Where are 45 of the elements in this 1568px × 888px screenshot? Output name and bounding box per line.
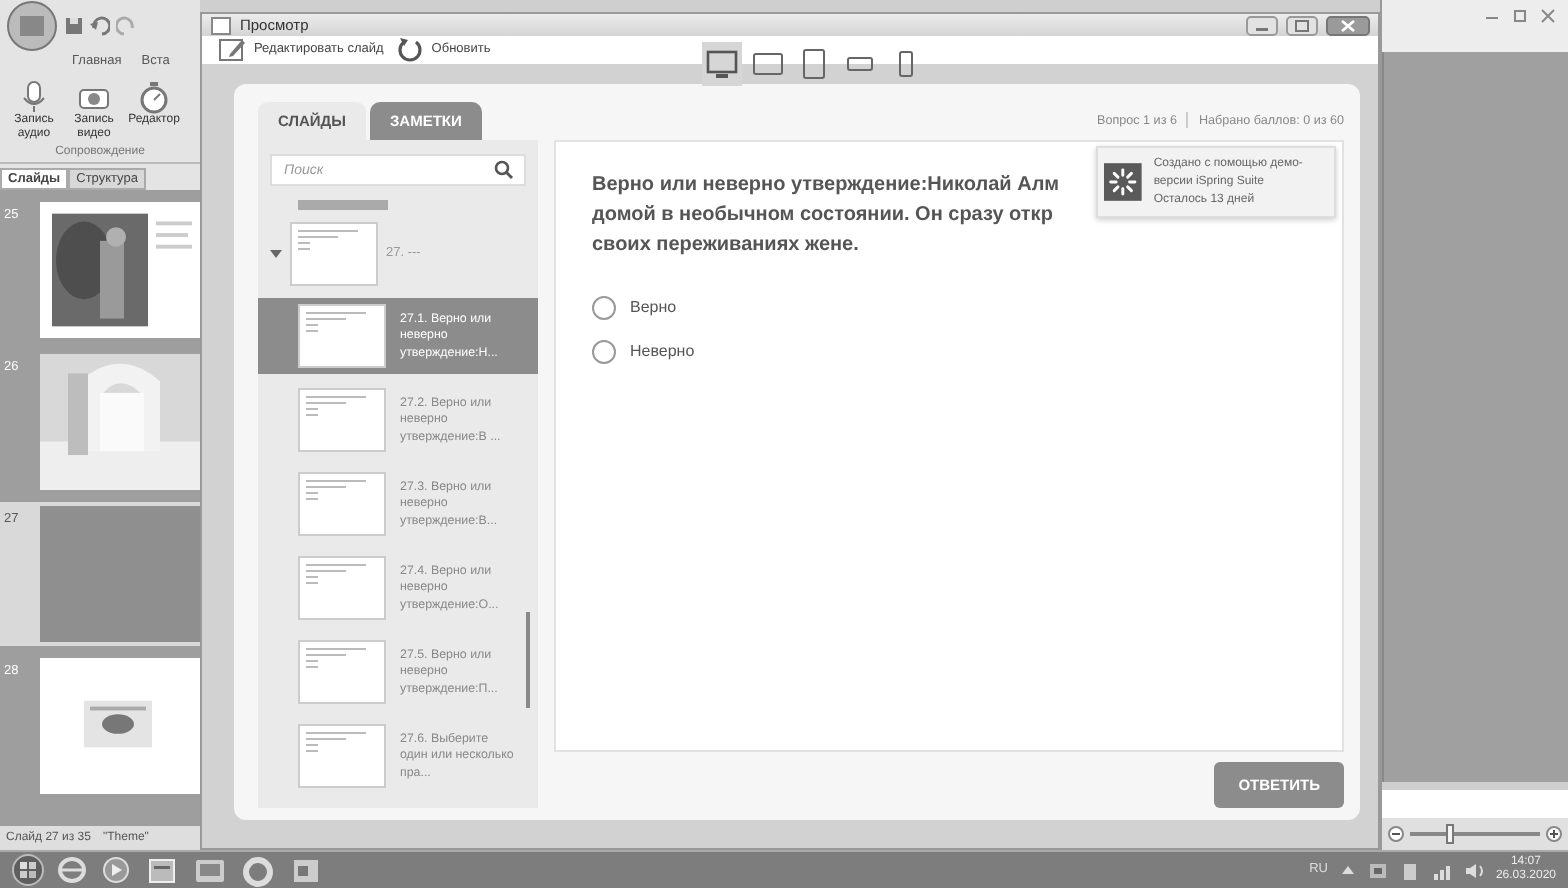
search-icon[interactable]	[494, 160, 514, 181]
undo-icon[interactable]	[90, 16, 110, 36]
slide-thumbnail	[298, 640, 386, 705]
speaker-icon[interactable]	[1463, 861, 1484, 879]
scrollbar-thumb[interactable]	[526, 612, 530, 709]
tablet-icon	[798, 48, 830, 81]
slide-thumbnail[interactable]	[40, 506, 200, 642]
slide-thumbnail	[298, 556, 386, 621]
maximize-icon[interactable]	[1512, 8, 1528, 24]
slide-thumbnail	[298, 304, 386, 369]
office-button-icon[interactable]	[6, 0, 58, 52]
question-text: Верно или неверно утверждение:Николай Алм	[592, 172, 1060, 201]
tablet-icon	[752, 48, 784, 81]
minimize-icon[interactable]	[1246, 15, 1278, 36]
ring-icon[interactable]	[240, 853, 276, 887]
start-button-icon[interactable]	[12, 854, 44, 886]
slide-thumbnail	[298, 388, 386, 453]
stopwatch-icon	[136, 80, 172, 114]
radio-button[interactable]	[592, 296, 616, 321]
zoom-out-icon[interactable]	[1388, 826, 1404, 842]
network-icon[interactable]	[1367, 861, 1388, 879]
outline-item-bar	[298, 200, 388, 211]
answer-option[interactable]: Верно	[592, 296, 677, 321]
caret-icon[interactable]	[270, 248, 282, 261]
redo-icon[interactable]	[116, 16, 136, 36]
question-text: домой в необычном состоянии. Он сразу откр	[592, 202, 1053, 231]
window-icon[interactable]	[144, 853, 180, 887]
slide-thumbnail	[298, 724, 386, 789]
slide-thumbnail	[298, 472, 386, 537]
question-text: своих переживаниях жене.	[592, 232, 859, 261]
zoom-in-icon[interactable]	[1546, 826, 1562, 842]
play-icon[interactable]	[100, 854, 132, 886]
caret-icon[interactable]	[1339, 862, 1356, 878]
signal-icon[interactable]	[1431, 861, 1452, 879]
slide-thumbnail	[290, 222, 378, 287]
answer-option[interactable]: Неверно	[592, 340, 695, 365]
close-icon[interactable]	[1540, 8, 1556, 24]
device-button[interactable]	[702, 42, 742, 87]
browser-icon[interactable]	[56, 854, 88, 886]
radio-button[interactable]	[592, 340, 616, 365]
maximize-icon[interactable]	[1286, 15, 1318, 36]
save-icon[interactable]	[64, 16, 84, 36]
refresh-icon	[395, 36, 424, 65]
close-icon[interactable]	[1326, 15, 1370, 36]
monitor-icon	[706, 48, 738, 81]
